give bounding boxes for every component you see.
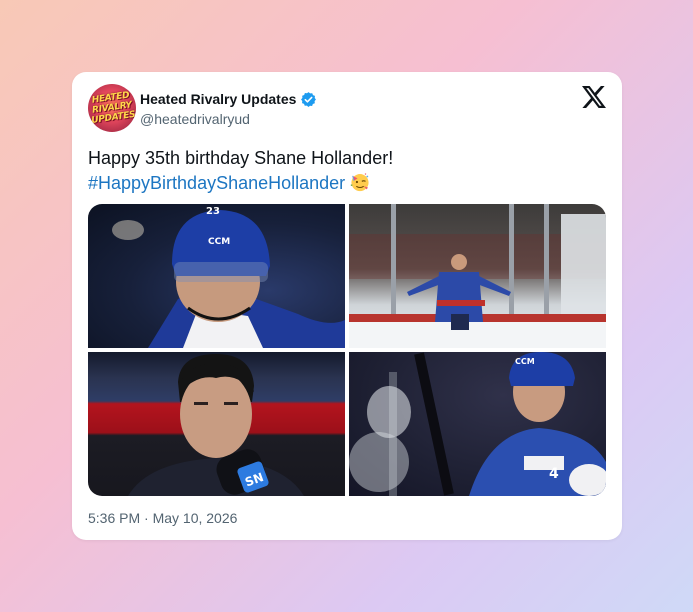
svg-text:CCM: CCM	[208, 237, 230, 247]
x-logo-icon[interactable]	[582, 86, 606, 108]
hashtag-link[interactable]: #HappyBirthdayShaneHollander	[88, 173, 345, 193]
tweet-text: Happy 35th birthday Shane Hollander! #Ha…	[88, 146, 393, 196]
svg-text:4: 4	[549, 466, 559, 482]
media-photo-3[interactable]: SN	[88, 352, 345, 496]
avatar-logo-text: HEATED RIVALRY UPDATES	[90, 90, 136, 126]
svg-text:CCM: CCM	[515, 357, 535, 366]
tweet-body: Happy 35th birthday Shane Hollander!	[88, 148, 394, 168]
media-photo-4[interactable]: CCM 4	[349, 352, 606, 496]
verified-badge-icon	[301, 91, 317, 107]
svg-text:23: 23	[206, 206, 220, 217]
media-photo-1[interactable]: CCM 23	[88, 204, 345, 348]
tweet-timestamp[interactable]: 5:36 PM · May 10, 2026	[88, 510, 237, 526]
author-handle[interactable]: @heatedrivalryud	[140, 111, 250, 127]
tweet-card: HEATED RIVALRY UPDATES Heated Rivalry Up…	[72, 72, 622, 540]
photo-3-illustration: SN	[128, 354, 304, 496]
author-display-name[interactable]: Heated Rivalry Updates	[140, 91, 296, 107]
media-photo-2[interactable]	[349, 204, 606, 348]
author-avatar[interactable]: HEATED RIVALRY UPDATES	[88, 84, 136, 132]
photo-2-illustration	[349, 204, 606, 348]
photo-1-illustration: CCM 23	[112, 206, 345, 348]
media-grid: CCM 23 SN CCM 4	[88, 204, 606, 496]
partying-face-emoji	[351, 173, 369, 192]
author-name-row: Heated Rivalry Updates	[140, 89, 317, 109]
photo-4-illustration: CCM 4	[349, 352, 606, 496]
